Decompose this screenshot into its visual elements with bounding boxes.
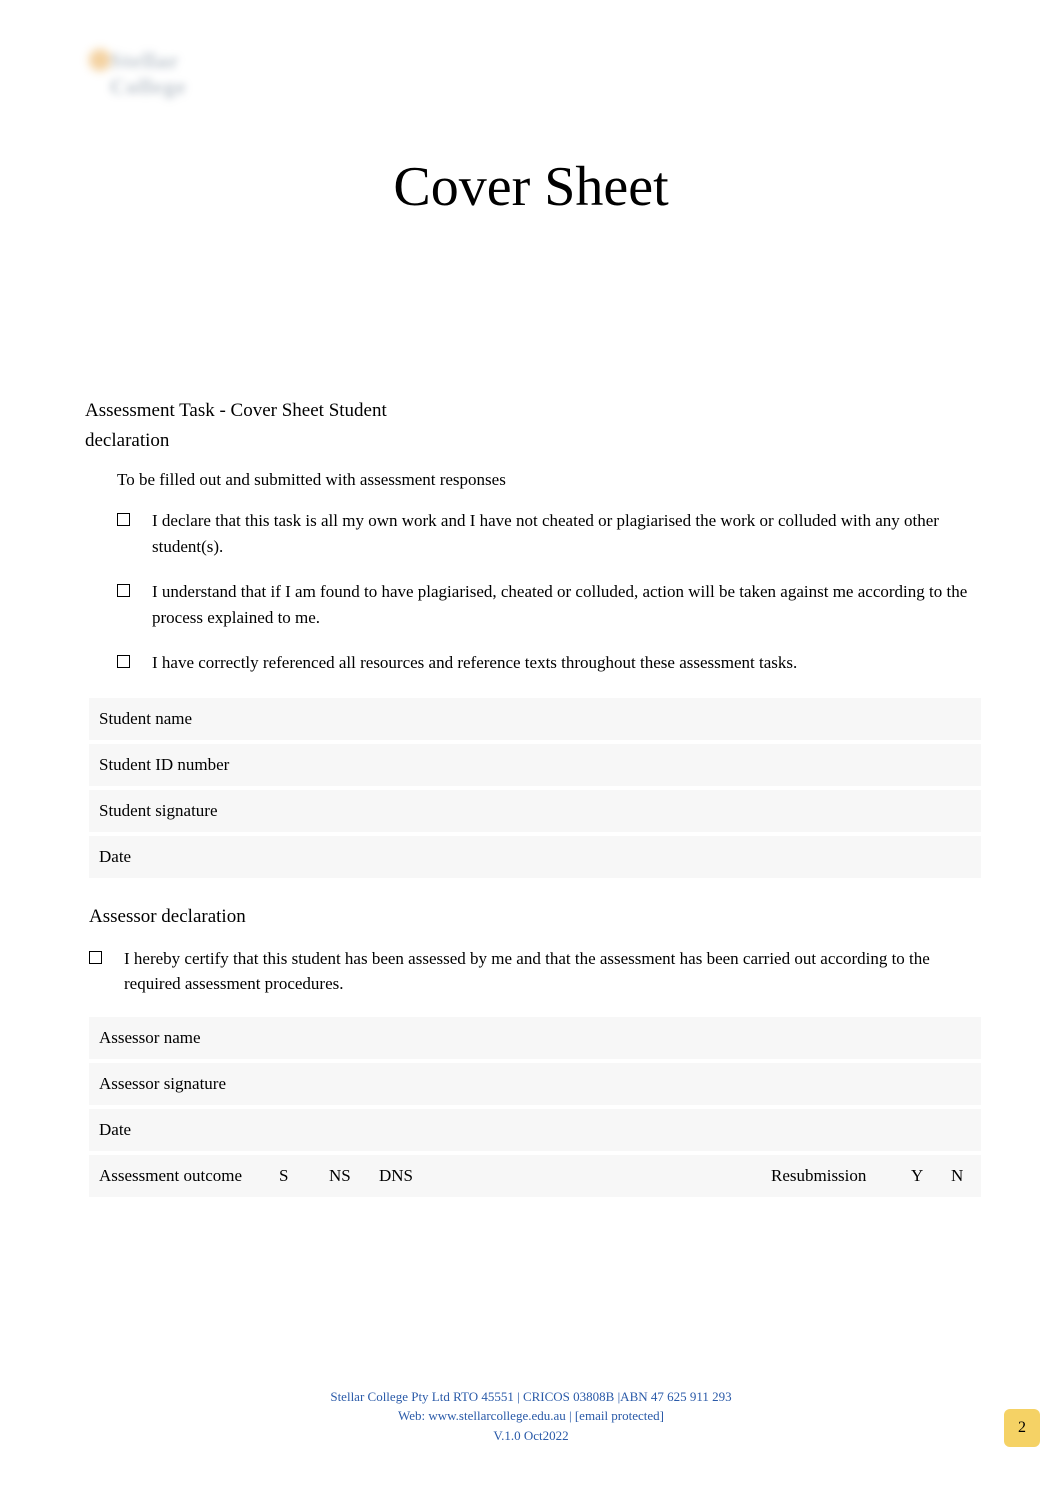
student-details-table: Student name Student ID number Student s…: [89, 696, 981, 880]
footer-line1: Stellar College Pty Ltd RTO 45551 | CRIC…: [0, 1387, 1062, 1407]
assessor-date-field[interactable]: [269, 1107, 981, 1153]
assessor-declaration-heading: Assessor declaration: [89, 906, 977, 928]
table-row: Date: [89, 1107, 981, 1153]
student-date-field[interactable]: [269, 834, 981, 880]
footer: Stellar College Pty Ltd RTO 45551 | CRIC…: [0, 1387, 1062, 1446]
checklist-text: I understand that if I am found to have …: [152, 579, 977, 630]
content-area: Assessment Task - Cover Sheet Student de…: [85, 400, 977, 1199]
outcome-gap: [423, 1153, 761, 1199]
page-number: 2: [1018, 1419, 1026, 1437]
resubmission-label: Resubmission: [761, 1153, 901, 1199]
resubmission-n[interactable]: N: [941, 1153, 981, 1199]
resubmission-y[interactable]: Y: [901, 1153, 941, 1199]
footer-line2: Web: www.stellarcollege.edu.au | [email …: [0, 1406, 1062, 1426]
student-checklist-item: I understand that if I am found to have …: [117, 579, 977, 630]
student-declaration-heading: Assessment Task - Cover Sheet Student: [85, 400, 977, 422]
assessor-checklist: I hereby certify that this student has b…: [89, 946, 977, 997]
assessor-name-field[interactable]: [269, 1015, 981, 1061]
assessor-name-label: Assessor name: [89, 1015, 269, 1061]
student-id-field[interactable]: [269, 742, 981, 788]
assessor-signature-field[interactable]: [269, 1061, 981, 1107]
page-number-badge: 2: [1004, 1409, 1040, 1447]
checklist-text: I declare that this task is all my own w…: [152, 508, 977, 559]
student-checklist-item: I declare that this task is all my own w…: [117, 508, 977, 559]
table-row: Assessor signature: [89, 1061, 981, 1107]
page-title: Cover Sheet: [0, 155, 1062, 219]
outcome-row: Assessment outcome S NS DNS Resubmission…: [89, 1153, 981, 1199]
assessor-signature-label: Assessor signature: [89, 1061, 269, 1107]
assessor-details-table: Assessor name Assessor signature Date As…: [89, 1015, 981, 1199]
checklist-text: I hereby certify that this student has b…: [124, 946, 977, 997]
table-row: Student ID number: [89, 742, 981, 788]
student-id-label: Student ID number: [89, 742, 269, 788]
checklist-text: I have correctly referenced all resource…: [152, 650, 797, 676]
assessor-checklist-item: I hereby certify that this student has b…: [89, 946, 977, 997]
student-signature-label: Student signature: [89, 788, 269, 834]
table-row: Date: [89, 834, 981, 880]
checkbox-icon[interactable]: [89, 951, 102, 964]
assessment-outcome-label: Assessment outcome: [89, 1153, 269, 1199]
outcome-s[interactable]: S: [269, 1153, 319, 1199]
student-checklist: I declare that this task is all my own w…: [117, 508, 977, 676]
student-signature-field[interactable]: [269, 788, 981, 834]
student-name-label: Student name: [89, 696, 269, 742]
student-name-field[interactable]: [269, 696, 981, 742]
declaration-subheading: declaration: [85, 430, 977, 452]
student-date-label: Date: [89, 834, 269, 880]
checkbox-icon[interactable]: [117, 513, 130, 526]
outcome-dns[interactable]: DNS: [369, 1153, 423, 1199]
outcome-ns[interactable]: NS: [319, 1153, 369, 1199]
table-row: Assessor name: [89, 1015, 981, 1061]
logo: Stellar College: [85, 40, 245, 100]
assessor-date-label: Date: [89, 1107, 269, 1153]
table-row: Student name: [89, 696, 981, 742]
student-checklist-item: I have correctly referenced all resource…: [117, 650, 977, 676]
instruction-text: To be filled out and submitted with asse…: [117, 470, 977, 490]
checkbox-icon[interactable]: [117, 655, 130, 668]
footer-line3: V.1.0 Oct2022: [0, 1426, 1062, 1446]
table-row: Student signature: [89, 788, 981, 834]
checkbox-icon[interactable]: [117, 584, 130, 597]
logo-text: Stellar College: [110, 48, 245, 100]
